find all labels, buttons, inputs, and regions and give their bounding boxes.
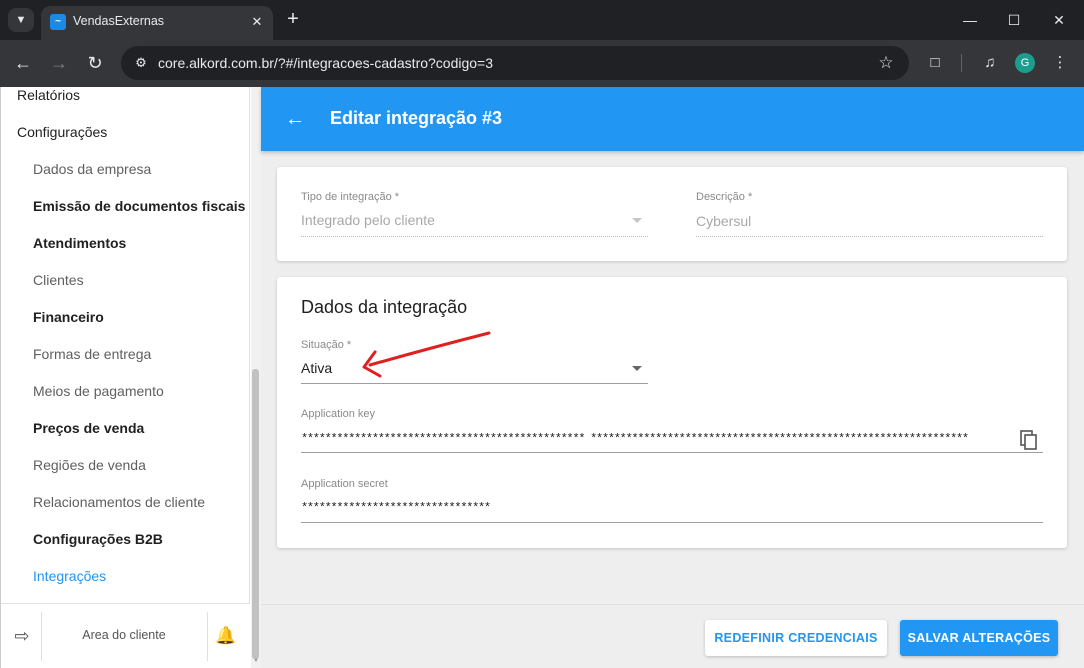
browser-tab[interactable]: ~ VendasExternas ✕ [41,6,273,40]
field-underline [301,383,648,384]
reload-icon[interactable]: ↻ [83,51,107,75]
sidebar-scrollbar[interactable]: ▼ [251,87,261,668]
minimize-window-icon[interactable]: — [955,6,985,34]
back-icon[interactable]: ← [11,51,35,75]
sidebar-item-regioes-venda[interactable]: Regiões de venda [1,447,249,484]
site-info-icon[interactable]: ⚙ [131,53,151,73]
app-secret-field[interactable]: ******************************** [301,501,491,515]
sidebar-item-integracoes[interactable]: Integrações [1,558,249,595]
maximize-window-icon[interactable]: ☐ [999,6,1029,34]
sidebar-menu: Relatórios Configurações Dados da empres… [1,87,250,603]
browser-toolbar: ← → ↻ ⚙ core.alkord.com.br/?#/integracoe… [0,40,1084,87]
app-bar: ← Editar integração #3 [261,87,1084,151]
scroll-down-arrow-icon[interactable]: ▼ [252,657,260,665]
sidebar-item-financeiro[interactable]: Financeiro [1,299,249,336]
sidebar-item-relatorios[interactable]: Relatórios [1,87,249,114]
bookmark-star-icon[interactable]: ☆ [875,52,897,74]
chevron-down-icon [632,218,642,223]
new-tab-icon[interactable]: + [282,8,304,30]
general-info-card: Tipo de integração * Integrado pelo clie… [277,167,1067,261]
sidebar-item-dados-empresa[interactable]: Dados da empresa [1,151,249,188]
app-key-field[interactable]: ****************************************… [301,432,1011,446]
url-text[interactable]: core.alkord.com.br/?#/integracoes-cadast… [158,55,493,71]
toolbar-divider [961,54,962,72]
footer-divider [207,612,208,661]
forward-icon[interactable]: → [47,51,71,75]
integration-type-label: Tipo de integração * [301,191,400,203]
card-title: Dados da integração [301,297,468,317]
app-secret-label: Application secret [301,478,388,490]
close-window-icon[interactable]: ✕ [1044,6,1074,34]
logout-icon[interactable]: ⇨ [11,625,33,647]
address-bar[interactable]: ⚙ core.alkord.com.br/?#/integracoes-cada… [121,46,909,80]
field-underline [696,236,1043,237]
client-area-link[interactable]: Area do cliente [41,628,207,642]
description-field[interactable]: Cybersul [696,213,751,229]
sidebar-item-relacionamentos-cliente[interactable]: Relacionamentos de cliente [1,484,249,521]
sidebar-footer: ⇨ Area do cliente 🔔 [1,603,250,668]
back-arrow-icon[interactable]: ← [283,107,307,131]
browser-tab-bar: ▼ ~ VendasExternas ✕ + — ☐ ✕ [0,0,1084,40]
integration-type-select[interactable]: Integrado pelo cliente [301,212,435,228]
field-underline [301,522,1043,523]
field-underline [301,236,648,237]
sidebar-item-configuracoes-b2b[interactable]: Configurações B2B [1,521,249,558]
save-changes-button[interactable]: SALVAR ALTERAÇÕES [900,620,1058,656]
status-select[interactable]: Ativa [301,360,332,376]
close-tab-icon[interactable]: ✕ [247,12,267,32]
integration-data-card: Dados da integração Situação * Ativa App… [277,277,1067,548]
chevron-down-icon [632,366,642,371]
sidebar-item-atendimentos[interactable]: Atendimentos [1,225,249,262]
bell-icon[interactable]: 🔔 [215,625,237,647]
sidebar-scroll-thumb[interactable] [252,369,259,659]
tab-search-chevron-icon[interactable]: ▼ [8,8,34,32]
sidebar-item-clientes[interactable]: Clientes [1,262,249,299]
main-content: ← Editar integração #3 Tipo de integraçã… [261,87,1084,668]
description-label: Descrição * [696,191,753,203]
extensions-icon[interactable]: □ [924,52,946,74]
sidebar-item-configuracoes[interactable]: Configurações [1,114,249,151]
profile-avatar[interactable]: G [1015,53,1035,73]
app-key-label: Application key [301,408,375,420]
sidebar-item-formas-entrega[interactable]: Formas de entrega [1,336,249,373]
sidebar-item-precos-venda[interactable]: Preços de venda [1,410,249,447]
page-title: Editar integração #3 [330,108,503,128]
sidebar-item-meios-pagamento[interactable]: Meios de pagamento [1,373,249,410]
tab-title: VendasExternas [73,14,165,28]
sidebar-item-emissao-documentos[interactable]: Emissão de documentos fiscais [1,188,249,225]
sidebar: Relatórios Configurações Dados da empres… [0,87,261,668]
site-favicon-icon: ~ [50,14,66,30]
field-underline [301,452,1043,453]
media-control-icon[interactable]: ♫ [979,52,1001,74]
status-label: Situação * [301,339,352,351]
reset-credentials-button[interactable]: REDEFINIR CREDENCIAIS [705,620,887,656]
action-bar: REDEFINIR CREDENCIAIS SALVAR ALTERAÇÕES [261,604,1084,668]
browser-menu-icon[interactable]: ⋮ [1049,52,1071,74]
copy-icon[interactable] [1019,429,1039,451]
